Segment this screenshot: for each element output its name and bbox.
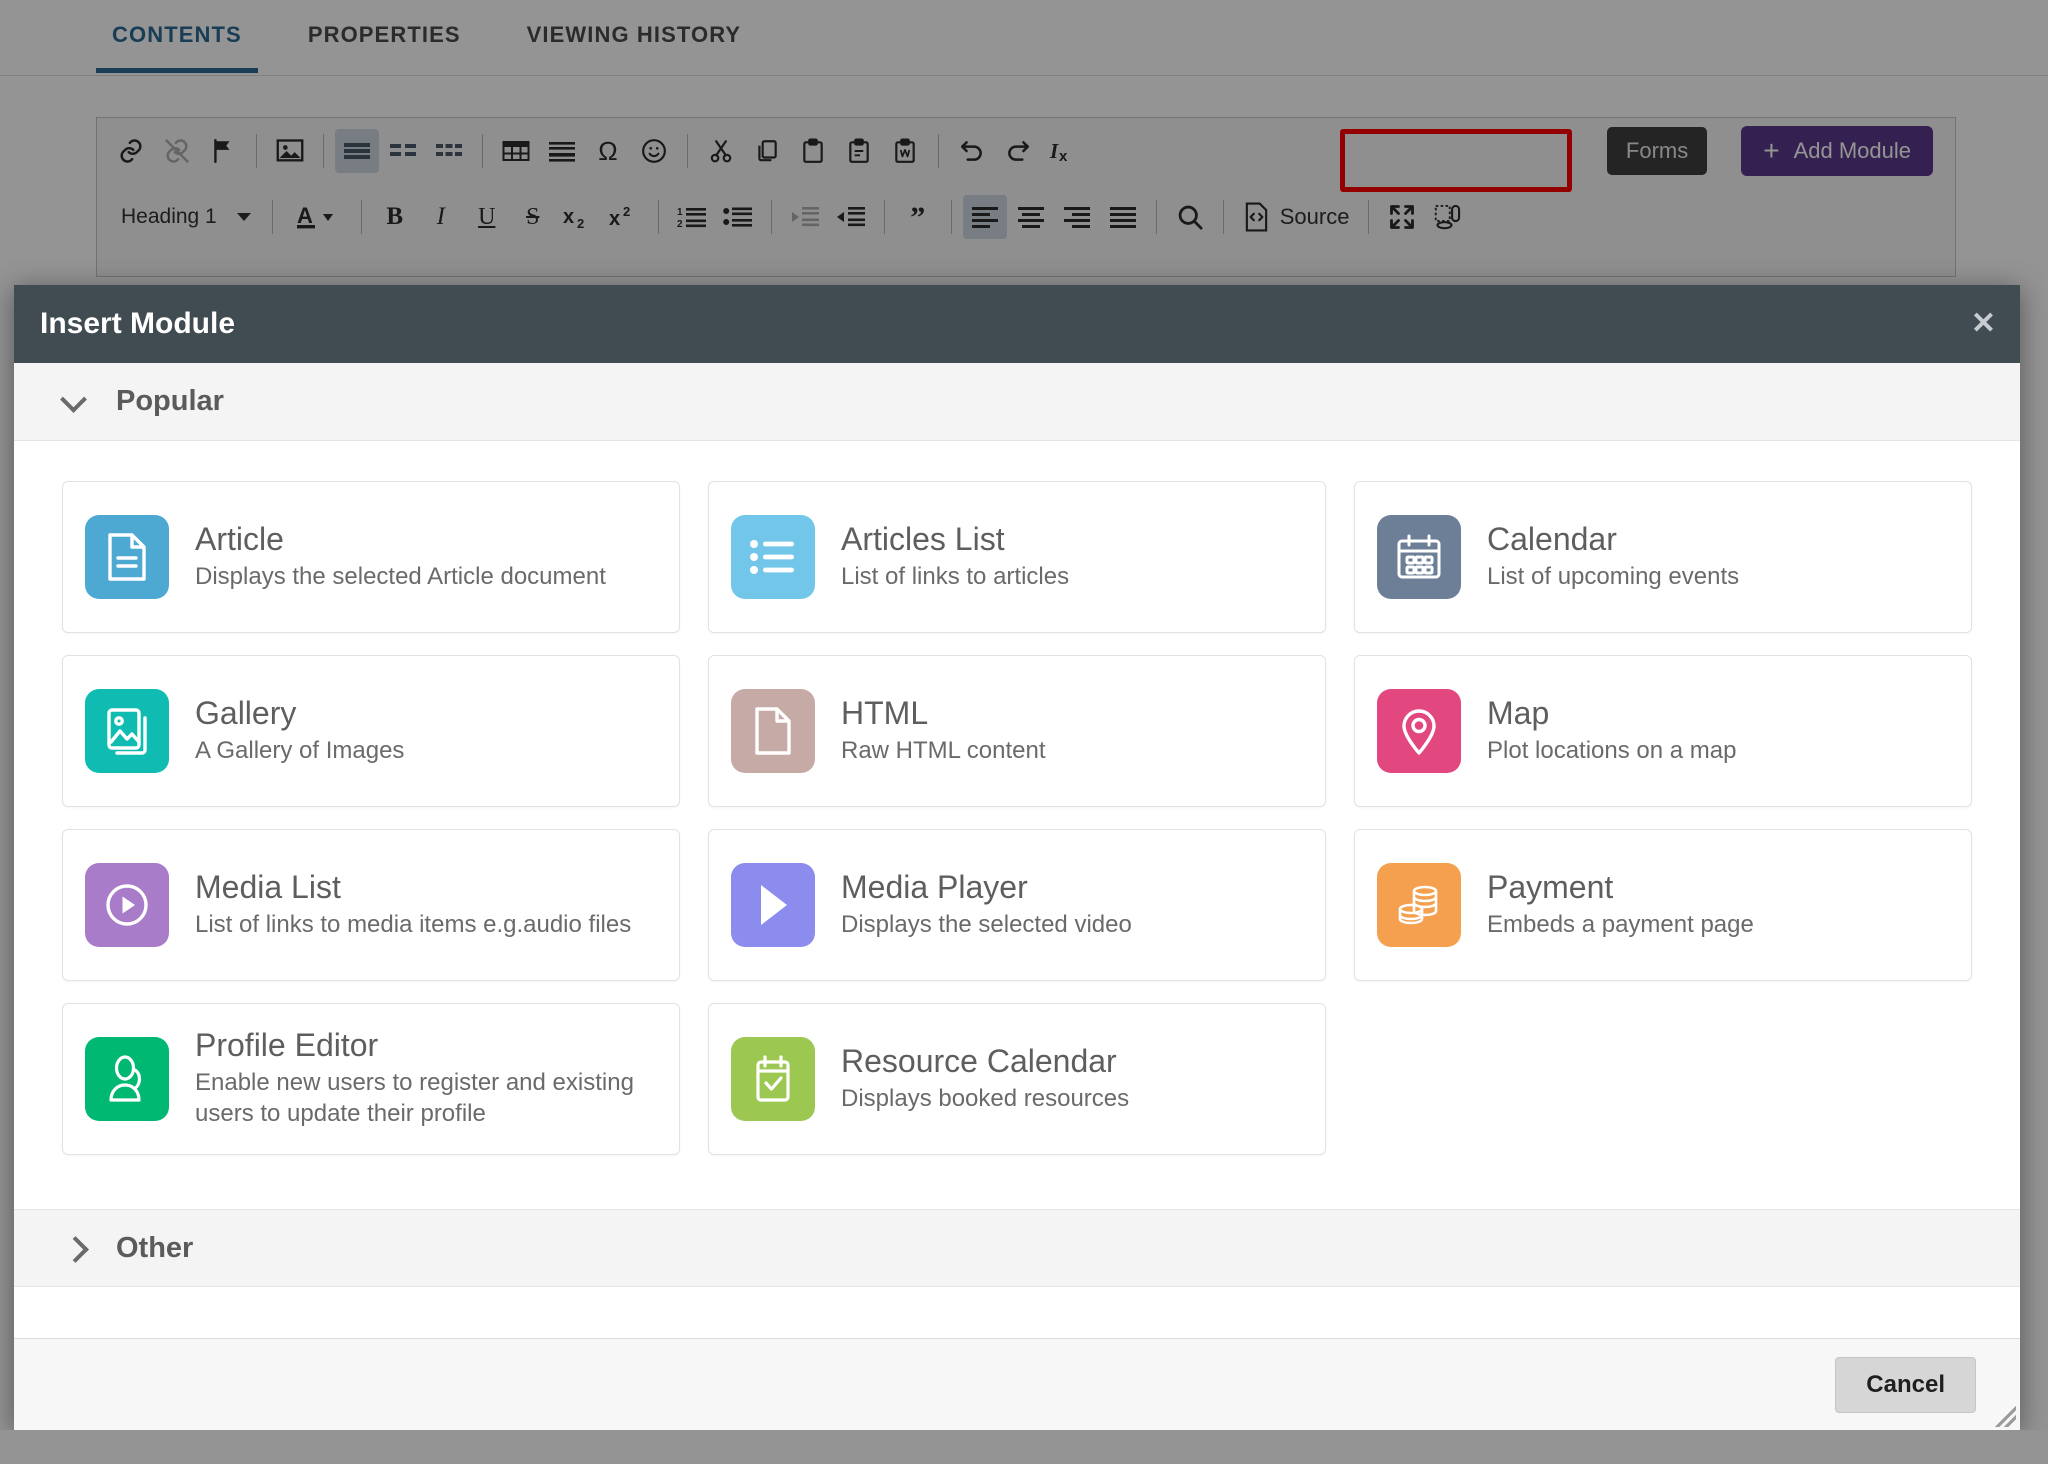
module-desc: List of upcoming events — [1487, 562, 1739, 593]
module-card-payment[interactable]: Payment Embeds a payment page — [1354, 829, 1972, 981]
module-desc: Enable new users to register and existin… — [195, 1068, 657, 1129]
module-desc: List of links to articles — [841, 562, 1069, 593]
list-icon — [731, 515, 815, 599]
insert-module-dialog: Insert Module ✕ Popular Article Displays… — [14, 285, 2020, 1430]
map-pin-icon — [1377, 689, 1461, 773]
calendar-icon — [1377, 515, 1461, 599]
dialog-body: Popular Article Displays the selected Ar… — [14, 363, 2020, 1338]
play-triangle-icon — [731, 863, 815, 947]
module-title: Resource Calendar — [841, 1044, 1129, 1080]
document-icon — [85, 515, 169, 599]
module-title: Article — [195, 522, 606, 558]
module-desc: Displays the selected Article document — [195, 562, 606, 593]
module-card-resource-calendar[interactable]: Resource Calendar Displays booked resour… — [708, 1003, 1326, 1155]
image-gallery-icon — [85, 689, 169, 773]
module-desc: Displays the selected video — [841, 910, 1132, 941]
module-card-media-list[interactable]: Media List List of links to media items … — [62, 829, 680, 981]
chevron-down-icon — [62, 389, 88, 415]
module-desc: Raw HTML content — [841, 736, 1046, 767]
chevron-right-icon — [62, 1235, 88, 1261]
module-card-profile-editor[interactable]: Profile Editor Enable new users to regis… — [62, 1003, 680, 1155]
dialog-header: Insert Module ✕ — [14, 285, 2020, 363]
module-title: Gallery — [195, 696, 404, 732]
module-card-articles-list[interactable]: Articles List List of links to articles — [708, 481, 1326, 633]
screen-root: CONTENTS PROPERTIES VIEWING HISTORY — [0, 0, 2048, 1464]
module-title: Map — [1487, 696, 1736, 732]
module-desc: A Gallery of Images — [195, 736, 404, 767]
coins-icon — [1377, 863, 1461, 947]
module-card-calendar[interactable]: Calendar List of upcoming events — [1354, 481, 1972, 633]
page-icon — [731, 689, 815, 773]
play-circle-icon — [85, 863, 169, 947]
accordion-section-popular[interactable]: Popular — [14, 363, 2020, 441]
module-card-media-player[interactable]: Media Player Displays the selected video — [708, 829, 1326, 981]
module-title: HTML — [841, 696, 1046, 732]
module-desc: Plot locations on a map — [1487, 736, 1736, 767]
module-desc: Displays booked resources — [841, 1084, 1129, 1115]
accordion-section-other[interactable]: Other — [14, 1209, 2020, 1287]
module-title: Media Player — [841, 870, 1132, 906]
resize-handle[interactable] — [1994, 1405, 2016, 1427]
module-card-gallery[interactable]: Gallery A Gallery of Images — [62, 655, 680, 807]
dialog-title: Insert Module — [40, 307, 235, 341]
module-title: Articles List — [841, 522, 1069, 558]
close-icon[interactable]: ✕ — [1971, 309, 1996, 339]
page-bottom-strip-dim — [0, 1430, 2048, 1464]
calendar-check-icon — [731, 1037, 815, 1121]
person-icon — [85, 1037, 169, 1121]
module-card-map[interactable]: Map Plot locations on a map — [1354, 655, 1972, 807]
module-title: Calendar — [1487, 522, 1739, 558]
module-title: Payment — [1487, 870, 1754, 906]
module-card-html[interactable]: HTML Raw HTML content — [708, 655, 1326, 807]
dialog-footer: Cancel — [14, 1338, 2020, 1430]
module-desc: Embeds a payment page — [1487, 910, 1754, 941]
module-desc: List of links to media items e.g.audio f… — [195, 910, 631, 941]
module-card-grid: Article Displays the selected Article do… — [14, 441, 2020, 1197]
cancel-button[interactable]: Cancel — [1835, 1357, 1976, 1413]
module-title: Media List — [195, 870, 631, 906]
module-title: Profile Editor — [195, 1028, 657, 1064]
accordion-other-label: Other — [116, 1232, 193, 1265]
accordion-popular-label: Popular — [116, 385, 224, 418]
module-card-article[interactable]: Article Displays the selected Article do… — [62, 481, 680, 633]
